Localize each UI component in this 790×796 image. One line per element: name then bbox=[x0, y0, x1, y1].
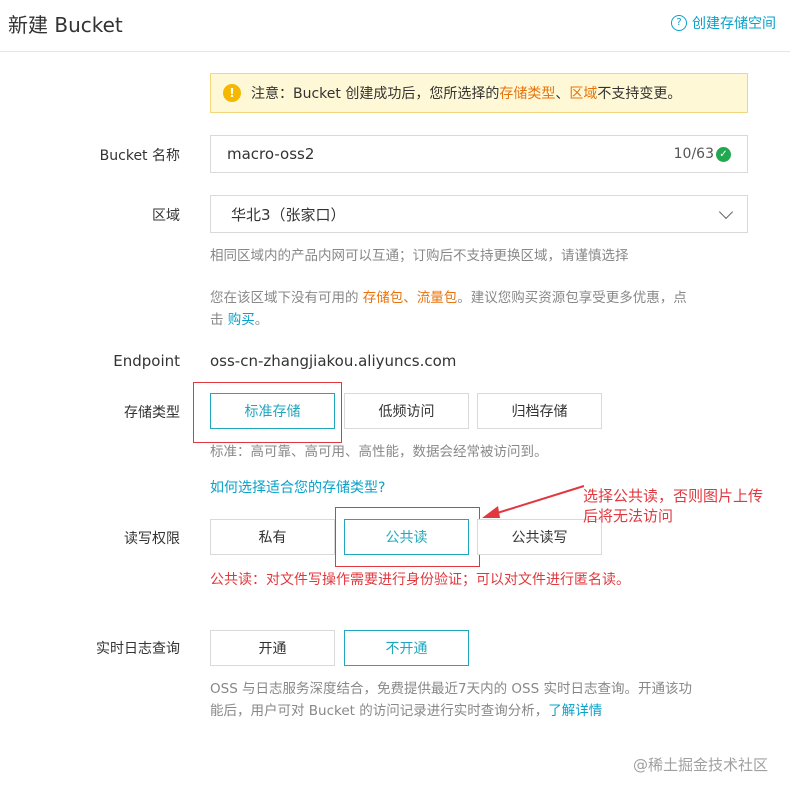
bucket-name-label: Bucket 名称 bbox=[99, 148, 180, 164]
storage-class-hint: 标准：高可靠、高可用、高性能，数据会经常被访问到。 bbox=[210, 444, 548, 460]
annotation-line1: 选择公共读，否则图片上传 bbox=[583, 487, 764, 505]
chevron-down-icon bbox=[718, 204, 734, 219]
watermark: @稀土掘金技术社区 bbox=[632, 756, 768, 774]
buy-link[interactable]: 购买 bbox=[228, 312, 255, 328]
notice-suffix: 不支持变更。 bbox=[597, 86, 682, 102]
tip-line2-prefix: 击 bbox=[210, 312, 228, 328]
storage-class-archive-button[interactable]: 归档存储 bbox=[477, 393, 602, 429]
storage-pack-link[interactable]: 存储包 bbox=[363, 290, 404, 306]
acl-private-button[interactable]: 私有 bbox=[210, 519, 335, 555]
bucket-name-input[interactable]: macro-oss2 10/63 ✓ bbox=[210, 135, 748, 173]
traffic-pack-link[interactable]: 流量包 bbox=[417, 290, 458, 306]
bucket-name-counter: 10/63 ✓ bbox=[674, 146, 731, 162]
acl-label: 读写权限 bbox=[124, 531, 180, 547]
tip-mid: 。建议您购买资源包享受更多优惠，点 bbox=[457, 290, 687, 306]
counter-text: 10/63 bbox=[673, 146, 714, 162]
region-hint: 相同区域内的产品内网可以互通；订购后不支持更换区域，请谨慎选择 bbox=[210, 248, 629, 264]
endpoint-label: Endpoint bbox=[113, 352, 180, 370]
realtime-log-disable-button[interactable]: 不开通 bbox=[344, 630, 469, 666]
desc-line2: 能后，用户可对 Bucket 的访问记录进行实时查询分析， bbox=[210, 703, 549, 719]
notice-banner: ! 注意：Bucket 创建成功后，您所选择的存储类型、区域不支持变更。 bbox=[210, 73, 748, 113]
check-circle-icon: ✓ bbox=[716, 146, 731, 162]
realtime-log-enable-button[interactable]: 开通 bbox=[210, 630, 335, 666]
page-title: 新建 Bucket bbox=[8, 13, 123, 37]
annotation-text: 选择公共读，否则图片上传 后将无法访问 bbox=[583, 486, 783, 526]
question-circle-icon: ? bbox=[671, 15, 687, 31]
tip-prefix: 您在该区域下没有可用的 bbox=[210, 290, 363, 306]
storage-class-label: 存储类型 bbox=[124, 405, 180, 421]
bucket-name-value: macro-oss2 bbox=[227, 145, 315, 163]
acl-warning: 公共读：对文件写操作需要进行身份验证；可以对文件进行匿名读。 bbox=[210, 572, 630, 588]
resource-pack-tip: 您在该区域下没有可用的 存储包、流量包。建议您购买资源包享受更多优惠，点 击 购… bbox=[210, 287, 755, 331]
notice-prefix: 注意：Bucket 创建成功后，您所选择的 bbox=[251, 86, 500, 102]
tip-end: 。 bbox=[254, 312, 269, 328]
warning-icon: ! bbox=[223, 84, 241, 102]
notice-text: 注意：Bucket 创建成功后，您所选择的存储类型、区域不支持变更。 bbox=[251, 83, 681, 103]
header-divider bbox=[0, 51, 790, 52]
storage-class-help-link[interactable]: 如何选择适合您的存储类型? bbox=[210, 477, 385, 497]
acl-public-read-button[interactable]: 公共读 bbox=[344, 519, 469, 555]
realtime-log-description: OSS 与日志服务深度结合，免费提供最近7天内的 OSS 实时日志查询。开通该功… bbox=[210, 678, 760, 722]
storage-class-ia-button[interactable]: 低频访问 bbox=[344, 393, 469, 429]
notice-highlight-storage-type: 存储类型 bbox=[499, 86, 556, 102]
region-label: 区域 bbox=[152, 208, 180, 224]
annotation-line2: 后将无法访问 bbox=[583, 507, 674, 525]
region-selected-value: 华北3（张家口） bbox=[231, 205, 346, 224]
endpoint-value: oss-cn-zhangjiakou.aliyuncs.com bbox=[210, 352, 457, 370]
desc-line1: OSS 与日志服务深度结合，免费提供最近7天内的 OSS 实时日志查询。开通该功 bbox=[210, 681, 692, 697]
learn-more-link[interactable]: 了解详情 bbox=[548, 703, 602, 719]
realtime-log-label: 实时日志查询 bbox=[96, 641, 180, 657]
annotation-arrow bbox=[482, 485, 585, 518]
create-bucket-help-link[interactable]: ? 创建存储空间 bbox=[671, 13, 776, 33]
notice-sep: 、 bbox=[555, 86, 570, 102]
notice-highlight-region: 区域 bbox=[569, 86, 598, 102]
tip-sep: 、 bbox=[403, 290, 417, 306]
help-link-label: 创建存储空间 bbox=[692, 16, 776, 32]
region-select[interactable]: 华北3（张家口） bbox=[210, 195, 748, 233]
storage-class-standard-button[interactable]: 标准存储 bbox=[210, 393, 335, 429]
